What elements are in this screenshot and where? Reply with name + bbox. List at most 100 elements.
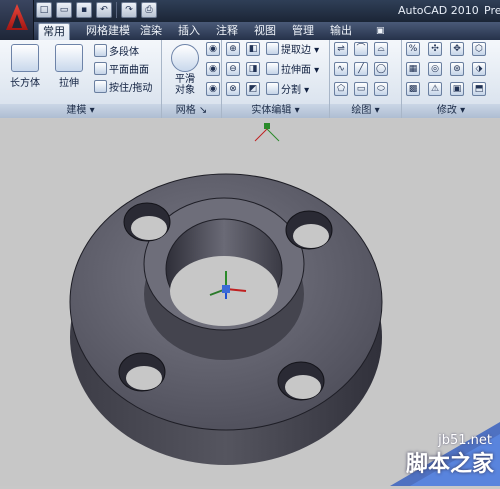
extrude-icon xyxy=(55,44,83,72)
array-icon[interactable]: ▩ xyxy=(406,82,420,96)
offset-icon[interactable]: ⬗ xyxy=(472,62,486,76)
bolt-hole xyxy=(277,361,325,401)
erase-icon[interactable]: ▣ xyxy=(450,82,464,96)
rectangle-icon[interactable]: ▭ xyxy=(354,82,368,96)
rotate-3d-icon[interactable]: ✣ xyxy=(428,42,442,56)
drawing-viewport[interactable]: jb51.net 脚本之家 xyxy=(0,119,500,486)
panel-modeling: 长方体 拉伸 多段体 平面曲面 按住/拖动 建模 ▾ xyxy=(0,40,162,118)
panel-label-draw[interactable]: 绘图 ▾ xyxy=(330,104,401,118)
watermark: jb51.net 脚本之家 xyxy=(350,414,500,486)
box-button[interactable]: 长方体 xyxy=(8,44,42,89)
separate-button[interactable]: 分割 ▾ xyxy=(266,82,309,98)
extrude-face-icon xyxy=(266,62,279,75)
quick-access-toolbar: □ ▭ ▪ ↶ ↷ ⎙ xyxy=(36,2,157,20)
slice-icon[interactable]: ◧ xyxy=(246,42,260,56)
panel-label-text: 网格 xyxy=(175,105,196,116)
union-icon[interactable]: ⊕ xyxy=(226,42,240,56)
presspull-icon xyxy=(94,80,107,93)
ellipse-icon[interactable]: ⬭ xyxy=(374,82,388,96)
trim-icon[interactable]: ⚠ xyxy=(428,82,442,96)
polygon-icon[interactable]: ⬠ xyxy=(334,82,348,96)
tab-annotate[interactable]: 注释 xyxy=(212,23,242,40)
separator xyxy=(116,2,117,18)
panel-label-text: 修改 xyxy=(436,105,457,116)
planar-surface-icon xyxy=(94,62,107,75)
mesh-tool-icon[interactable]: ◉ xyxy=(206,42,220,56)
mirror-icon[interactable]: ⬡ xyxy=(472,42,486,56)
redo-icon[interactable]: ↷ xyxy=(121,2,137,18)
save-icon[interactable]: ▪ xyxy=(76,2,92,18)
extrude-button[interactable]: 拉伸 xyxy=(52,44,86,89)
application-menu-button[interactable] xyxy=(0,0,34,40)
fillet-icon[interactable]: ◎ xyxy=(428,62,442,76)
tab-output[interactable]: 输出 xyxy=(326,23,356,40)
watermark-name: 脚本之家 xyxy=(405,452,494,477)
extract-edges-button[interactable]: 提取边 ▾ xyxy=(266,42,319,58)
tab-home[interactable]: 常用 xyxy=(38,23,70,40)
title-bar: □ ▭ ▪ ↶ ↷ ⎙ AutoCAD 2010 Pre xyxy=(0,0,500,22)
panel-solid-editing: ⊕ ⊖ ⊗ ◧ ◨ ◩ 提取边 ▾ 拉伸面 ▾ 分割 ▾ 实体编辑 ▾ xyxy=(222,40,330,118)
panel-label-text: 绘图 xyxy=(351,105,372,116)
intersect-icon[interactable]: ⊗ xyxy=(226,82,240,96)
subtract-icon[interactable]: ⊖ xyxy=(226,62,240,76)
app-title-overflow: Pre xyxy=(484,4,500,17)
panel-label-text: 建模 xyxy=(66,105,87,116)
tab-mesh-modeling[interactable]: 网格建模 xyxy=(82,23,134,40)
undo-icon[interactable]: ↶ xyxy=(96,2,112,18)
box-label: 长方体 xyxy=(10,78,40,89)
open-folder-icon[interactable]: ▭ xyxy=(56,2,72,18)
tab-view[interactable]: 视图 xyxy=(250,23,280,40)
ribbon-minimize-icon[interactable]: ▣ xyxy=(372,23,389,40)
panel-mesh: 平滑 对象 ◉ ◉ ◉ 网格 ↘ xyxy=(162,40,222,118)
tab-insert[interactable]: 插入 xyxy=(174,23,204,40)
ribbon: 长方体 拉伸 多段体 平面曲面 按住/拖动 建模 ▾ 平滑 对象 ◉ ◉ ◉ 网… xyxy=(0,40,500,118)
scale-icon[interactable]: % xyxy=(406,42,420,56)
polysolid-icon xyxy=(94,44,107,57)
extract-edges-label: 提取边 xyxy=(281,45,311,56)
stretch-icon[interactable]: ▦ xyxy=(406,62,420,76)
extrude-face-button[interactable]: 拉伸面 ▾ xyxy=(266,62,319,78)
panel-label-text: 实体编辑 xyxy=(251,105,292,116)
separate-icon xyxy=(266,82,279,95)
panel-label-modeling[interactable]: 建模 ▾ xyxy=(0,104,161,118)
ray-icon[interactable]: ╱ xyxy=(354,62,368,76)
mesh-crease-icon[interactable]: ◉ xyxy=(206,82,220,96)
ucs-top-icon xyxy=(254,123,280,142)
bolt-hole xyxy=(118,352,166,392)
planar-surface-button[interactable]: 平面曲面 xyxy=(94,62,149,78)
tab-render[interactable]: 渲染 xyxy=(136,23,166,40)
print-icon[interactable]: ⎙ xyxy=(141,2,157,18)
panel-label-modify[interactable]: 修改 ▾ xyxy=(402,104,500,118)
bolt-hole xyxy=(123,202,171,242)
panel-label-mesh[interactable]: 网格 ↘ xyxy=(162,104,221,118)
ribbon-tab-bar: 常用 网格建模 渲染 插入 注释 视图 管理 输出 ▣ xyxy=(0,22,500,40)
smooth-object-icon xyxy=(171,44,199,72)
move-3d-icon[interactable]: ✥ xyxy=(450,42,464,56)
explode-icon[interactable]: ⊛ xyxy=(450,62,464,76)
tab-manage[interactable]: 管理 xyxy=(288,23,318,40)
bolt-hole xyxy=(285,210,333,250)
extract-edges-icon xyxy=(266,42,279,55)
mesh-refine-icon[interactable]: ◉ xyxy=(206,62,220,76)
smooth-object-button[interactable]: 平滑 对象 xyxy=(166,44,204,96)
panel-label-solid-editing[interactable]: 实体编辑 ▾ xyxy=(222,104,329,118)
polysolid-label: 多段体 xyxy=(109,47,139,58)
line-icon[interactable]: ⇌ xyxy=(334,42,348,56)
presspull-label: 按住/拖动 xyxy=(109,83,153,94)
copy-icon[interactable]: ⬒ xyxy=(472,82,486,96)
extrude-face-label: 拉伸面 xyxy=(281,65,311,76)
panel-modify: % ▦ ▩ ✣ ◎ ⚠ ✥ ⊛ ▣ ⬡ ⬗ ⬒ 修改 ▾ xyxy=(402,40,500,118)
shell-icon[interactable]: ◨ xyxy=(246,62,260,76)
arc-icon[interactable]: ⌓ xyxy=(374,42,388,56)
imprint-icon[interactable]: ◩ xyxy=(246,82,260,96)
arc-tool-icon[interactable]: ⌒ xyxy=(354,42,368,56)
polysolid-button[interactable]: 多段体 xyxy=(94,44,139,60)
polyline-icon[interactable]: ∿ xyxy=(334,62,348,76)
planar-surface-label: 平面曲面 xyxy=(109,65,149,76)
box-icon xyxy=(11,44,39,72)
circle-icon[interactable]: ◯ xyxy=(374,62,388,76)
app-title: AutoCAD 2010 xyxy=(398,4,479,17)
new-file-icon[interactable]: □ xyxy=(36,2,52,18)
smooth-object-label: 平滑 对象 xyxy=(175,74,195,96)
presspull-button[interactable]: 按住/拖动 xyxy=(94,80,152,96)
